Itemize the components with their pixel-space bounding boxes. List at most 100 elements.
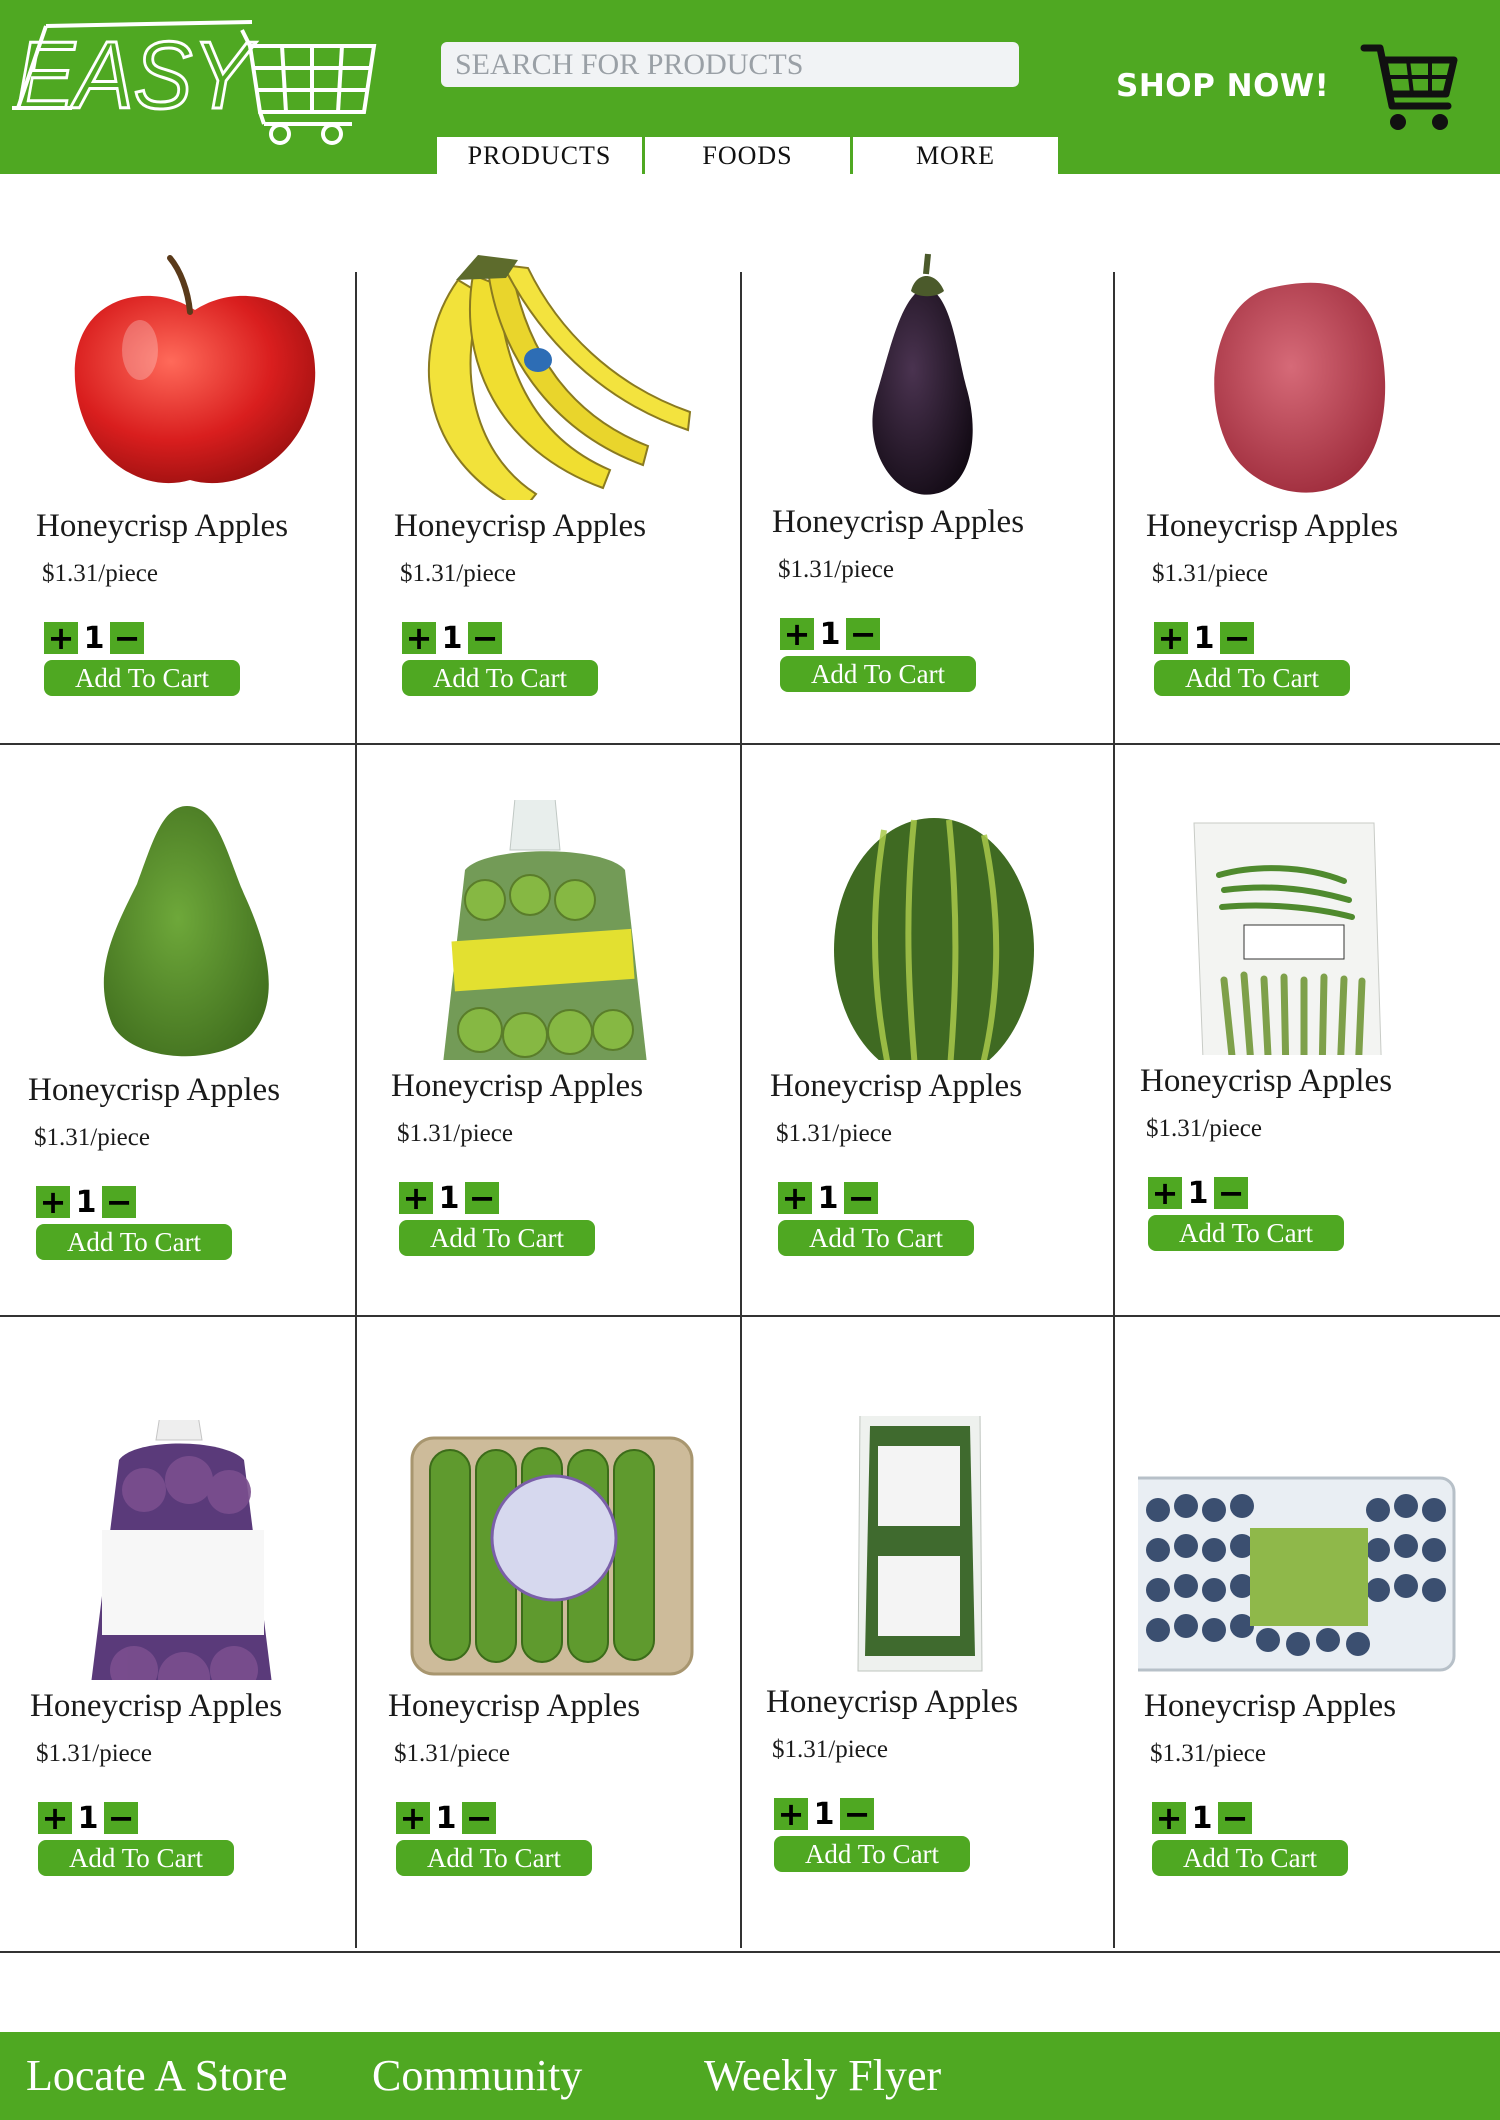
quantity-value: 1	[83, 620, 105, 656]
product-card: Honeycrisp Apples $1.31/piece + 1 − Add …	[760, 1416, 1090, 1872]
product-card: Honeycrisp Apples $1.31/piece + 1 − Add …	[24, 1420, 354, 1876]
add-to-cart-button[interactable]: Add To Cart	[780, 656, 976, 692]
product-card: Honeycrisp Apples $1.31/piece + 1 − Add …	[388, 240, 718, 696]
quantity-stepper: + 1 −	[399, 1180, 499, 1216]
add-to-cart-button[interactable]: Add To Cart	[38, 1840, 234, 1876]
avocado-icon	[103, 806, 269, 1057]
product-card: Honeycrisp Apples $1.31/piece + 1 − Add …	[1134, 795, 1464, 1251]
product-price: $1.31/piece	[394, 1740, 510, 1767]
quantity-value: 1	[819, 616, 841, 652]
logo-text: EASY	[16, 22, 256, 129]
product-card: Honeycrisp Apples $1.31/piece + 1 − Add …	[1138, 1420, 1468, 1876]
product-price: $1.31/piece	[778, 556, 894, 583]
product-name: Honeycrisp Apples	[770, 1068, 1023, 1104]
add-to-cart-button[interactable]: Add To Cart	[778, 1220, 974, 1256]
quantity-stepper: + 1 −	[38, 1800, 138, 1836]
add-to-cart-button[interactable]: Add To Cart	[1152, 1840, 1348, 1876]
increment-button[interactable]: +	[36, 1186, 70, 1218]
add-to-cart-button[interactable]: Add To Cart	[774, 1836, 970, 1872]
footer-link-weekly-flyer[interactable]: Weekly Flyer	[704, 2050, 941, 2101]
decrement-button[interactable]: −	[462, 1802, 496, 1834]
product-price: $1.31/piece	[1150, 1740, 1266, 1767]
decrement-button[interactable]: −	[468, 622, 502, 654]
quantity-value: 1	[1193, 620, 1215, 656]
watermelon-icon	[834, 818, 1034, 1060]
decrement-button[interactable]: −	[840, 1798, 874, 1830]
cucumber-tray-icon	[410, 1436, 694, 1676]
eggplant-icon	[872, 253, 973, 495]
product-name: Honeycrisp Apples	[30, 1688, 283, 1724]
increment-button[interactable]: +	[44, 622, 78, 654]
decrement-button[interactable]: −	[465, 1182, 499, 1214]
quantity-value: 1	[1187, 1175, 1209, 1211]
product-name: Honeycrisp Apples	[1146, 508, 1399, 544]
quantity-stepper: + 1 −	[44, 620, 144, 656]
site-header: EASY SHOP NOW! PRO	[0, 0, 1500, 174]
product-price: $1.31/piece	[1146, 1115, 1262, 1142]
decrement-button[interactable]: −	[846, 618, 880, 650]
quantity-value: 1	[813, 1796, 835, 1832]
add-to-cart-button[interactable]: Add To Cart	[36, 1224, 232, 1260]
increment-button[interactable]: +	[38, 1802, 72, 1834]
tab-foods[interactable]: FOODS	[645, 137, 850, 174]
category-tabs: PRODUCTS FOODS MORE	[437, 137, 1058, 174]
product-price: $1.31/piece	[34, 1124, 150, 1151]
quantity-stepper: + 1 −	[774, 1796, 874, 1832]
quantity-value: 1	[438, 1180, 460, 1216]
quantity-stepper: + 1 −	[1148, 1175, 1248, 1211]
product-price: $1.31/piece	[36, 1740, 152, 1767]
red-onion-bag-icon	[91, 1420, 272, 1680]
decrement-button[interactable]: −	[1220, 622, 1254, 654]
footer-link-locate-store[interactable]: Locate A Store	[26, 2050, 288, 2101]
shopping-cart-icon[interactable]	[1360, 42, 1460, 134]
product-name: Honeycrisp Apples	[394, 508, 647, 544]
product-card: Honeycrisp Apples $1.31/piece + 1 − Add …	[382, 1420, 712, 1876]
add-to-cart-button[interactable]: Add To Cart	[1148, 1215, 1344, 1251]
product-price: $1.31/piece	[1152, 560, 1268, 587]
product-card: Honeycrisp Apples $1.31/piece + 1 − Add …	[30, 240, 360, 696]
decrement-button[interactable]: −	[104, 1802, 138, 1834]
grid-divider	[0, 743, 1500, 745]
search-input[interactable]	[441, 42, 1019, 87]
site-footer: Locate A Store Community Weekly Flyer	[0, 2032, 1500, 2120]
decrement-button[interactable]: −	[102, 1186, 136, 1218]
tab-more[interactable]: MORE	[853, 137, 1058, 174]
product-name: Honeycrisp Apples	[1144, 1688, 1397, 1724]
increment-button[interactable]: +	[396, 1802, 430, 1834]
increment-button[interactable]: +	[1148, 1177, 1182, 1209]
add-to-cart-button[interactable]: Add To Cart	[44, 660, 240, 696]
add-to-cart-button[interactable]: Add To Cart	[402, 660, 598, 696]
product-card: Honeycrisp Apples $1.31/piece + 1 − Add …	[22, 804, 352, 1260]
lime-bag-icon	[443, 800, 647, 1060]
increment-button[interactable]: +	[1152, 1802, 1186, 1834]
footer-link-community[interactable]: Community	[372, 2050, 582, 2101]
grid-divider	[0, 1315, 1500, 1317]
easy-logo[interactable]: EASY	[12, 16, 378, 146]
increment-button[interactable]: +	[399, 1182, 433, 1214]
quantity-stepper: + 1 −	[780, 616, 880, 652]
shop-now-link[interactable]: SHOP NOW!	[1116, 68, 1329, 104]
tab-products[interactable]: PRODUCTS	[437, 137, 642, 174]
increment-button[interactable]: +	[774, 1798, 808, 1830]
product-name: Honeycrisp Apples	[772, 504, 1025, 540]
product-price: $1.31/piece	[400, 560, 516, 587]
quantity-value: 1	[77, 1800, 99, 1836]
product-card: Honeycrisp Apples $1.31/piece + 1 − Add …	[766, 236, 1096, 692]
increment-button[interactable]: +	[402, 622, 436, 654]
decrement-button[interactable]: −	[1214, 1177, 1248, 1209]
increment-button[interactable]: +	[780, 618, 814, 650]
decrement-button[interactable]: −	[844, 1182, 878, 1214]
increment-button[interactable]: +	[1154, 622, 1188, 654]
quantity-stepper: + 1 −	[1154, 620, 1254, 656]
add-to-cart-button[interactable]: Add To Cart	[1154, 660, 1350, 696]
product-price: $1.31/piece	[772, 1736, 888, 1763]
increment-button[interactable]: +	[778, 1182, 812, 1214]
product-card: Honeycrisp Apples $1.31/piece + 1 − Add …	[764, 800, 1094, 1256]
decrement-button[interactable]: −	[1218, 1802, 1252, 1834]
add-to-cart-button[interactable]: Add To Cart	[399, 1220, 595, 1256]
product-name: Honeycrisp Apples	[36, 508, 289, 544]
decrement-button[interactable]: −	[110, 622, 144, 654]
product-name: Honeycrisp Apples	[388, 1688, 641, 1724]
apple-icon	[74, 255, 316, 484]
add-to-cart-button[interactable]: Add To Cart	[396, 1840, 592, 1876]
